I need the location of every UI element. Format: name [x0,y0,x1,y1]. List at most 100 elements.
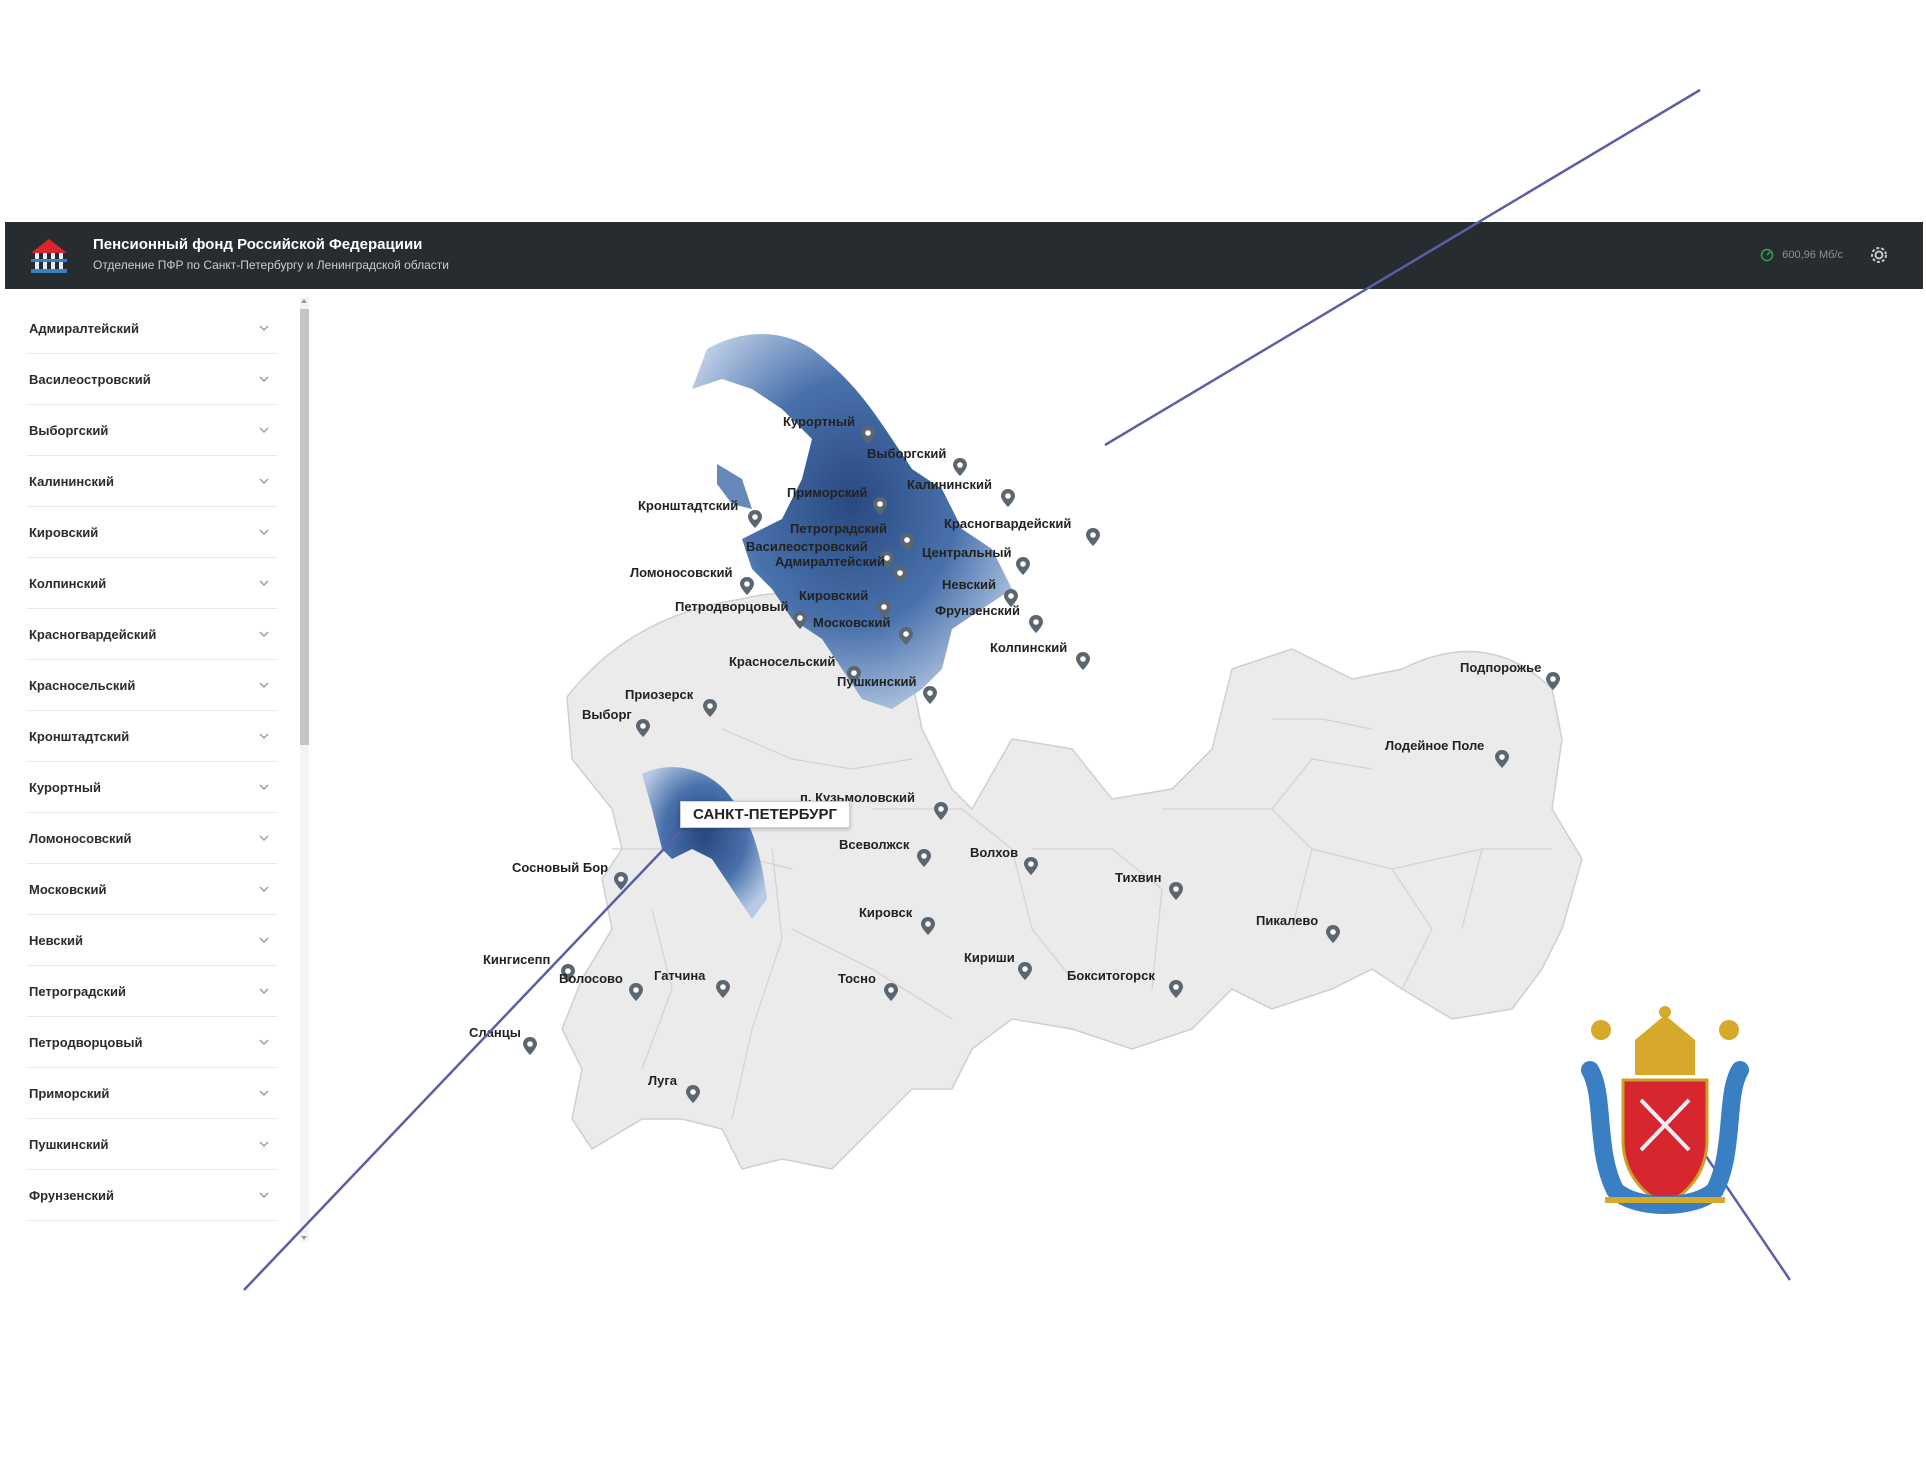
spb_districts-label[interactable]: Адмиралтейский [775,554,885,569]
oblast_places-label[interactable]: Всеволжск [839,837,909,852]
map-pin-icon[interactable] [740,577,754,595]
map-pin-icon[interactable] [629,983,643,1001]
oblast_places-label[interactable]: Выборг [582,707,632,722]
oblast_places-label[interactable]: Тихвин [1115,870,1162,885]
sidebar-item[interactable]: Колпинский [27,558,277,609]
sidebar-item[interactable]: Приморский [27,1068,277,1119]
map-pin-icon[interactable] [921,917,935,935]
spb_districts-label[interactable]: Петроградский [790,521,887,536]
oblast_places-label[interactable]: Сланцы [469,1025,521,1040]
map-pin-icon[interactable] [1076,652,1090,670]
oblast_places-label[interactable]: Кировск [859,905,912,920]
scroll-thumb[interactable] [300,309,309,745]
map-pin-icon[interactable] [900,533,914,551]
sidebar-item[interactable]: Красносельский [27,660,277,711]
spb_districts-label[interactable]: Кронштадтский [638,498,738,513]
oblast_places-label[interactable]: Подпорожье [1460,660,1541,675]
oblast_places-label[interactable]: Тосно [838,971,876,986]
chevron-down-icon [259,1141,269,1147]
sidebar-item[interactable]: Василеостровский [27,354,277,405]
oblast_places-label[interactable]: Пикалево [1256,913,1318,928]
sidebar-item[interactable]: Калининский [27,456,277,507]
sidebar-item-label: Фрунзенский [29,1187,115,1203]
map-pin-icon[interactable] [1016,557,1030,575]
sidebar-item[interactable]: Петроградский [27,966,277,1017]
chevron-down-icon [259,376,269,382]
spb_districts-label[interactable]: Колпинский [990,640,1067,655]
oblast_places-label[interactable]: Луга [648,1073,677,1088]
spb_districts-label[interactable]: Кировский [799,588,868,603]
sidebar-item[interactable]: Кировский [27,507,277,558]
sidebar-item[interactable]: Московский [27,864,277,915]
sidebar-item[interactable]: Кронштадтский [27,711,277,762]
oblast_places-label[interactable]: Волосово [559,971,623,986]
sidebar-item[interactable]: Невский [27,915,277,966]
spb_districts-label[interactable]: Невский [942,577,996,592]
oblast_places-label[interactable]: Гатчина [654,968,705,983]
oblast_places-label[interactable]: Бокситогорск [1067,968,1155,983]
spb_districts-label[interactable]: Красносельский [729,654,835,669]
sidebar-item[interactable]: Адмиралтейский [27,303,277,354]
map-pin-icon[interactable] [716,980,730,998]
sidebar-item[interactable]: Курортный [27,762,277,813]
sidebar-item-label: Кронштадтский [29,728,130,744]
map-pin-icon[interactable] [1326,925,1340,943]
map-pin-icon[interactable] [1029,615,1043,633]
spb_districts-label[interactable]: Выборгский [867,446,946,461]
map-pin-icon[interactable] [934,802,948,820]
spb_districts-label[interactable]: Пушкинский [837,674,916,689]
speedometer-icon [1761,248,1774,262]
map-pin-icon[interactable] [1495,750,1509,768]
spb_districts-label[interactable]: Московский [813,615,891,630]
chevron-down-icon [259,682,269,688]
map-pin-icon[interactable] [1086,528,1100,546]
map-pin-icon[interactable] [1169,882,1183,900]
sidebar-item[interactable]: Красногвардейский [27,609,277,660]
oblast_places-label[interactable]: Кингисепп [483,952,550,967]
sidebar-item[interactable]: Выборгский [27,405,277,456]
sidebar-item[interactable]: Ломоносовский [27,813,277,864]
map-pin-icon[interactable] [1546,672,1560,690]
map-pin-icon[interactable] [686,1085,700,1103]
map-pin-icon[interactable] [1169,980,1183,998]
spb_districts-label[interactable]: Центральный [922,545,1011,560]
spb_districts-label[interactable]: Приморский [787,485,867,500]
oblast_places-label[interactable]: Лодейное Поле [1385,738,1484,753]
map-pin-icon[interactable] [523,1037,537,1055]
map-pin-icon[interactable] [1024,857,1038,875]
spb_districts-label[interactable]: Петродворцовый [675,599,788,614]
spb_districts-label[interactable]: Красногвардейский [944,516,1071,531]
spb_districts-label[interactable]: Василеостровский [746,539,868,554]
spb_districts-label[interactable]: Курортный [783,414,855,429]
oblast_places-label[interactable]: Волхов [970,845,1018,860]
spb_districts-label[interactable]: Ломоносовский [630,565,732,580]
map-pin-icon[interactable] [893,566,907,584]
sidebar-item[interactable]: Пушкинский [27,1119,277,1170]
sidebar-item[interactable]: Фрунзенский [27,1170,277,1221]
oblast_places-label[interactable]: Сосновый Бор [512,860,608,875]
spb_districts-label[interactable]: Фрунзенский [935,603,1020,618]
oblast_places-label[interactable]: Кириши [964,950,1015,965]
sidebar-item[interactable]: Петродворцовый [27,1017,277,1068]
scroll-up-arrow[interactable] [301,299,307,303]
map-pin-icon[interactable] [873,497,887,515]
map-pin-icon[interactable] [636,719,650,737]
sidebar-item-label: Колпинский [29,575,107,591]
map-pin-icon[interactable] [1001,489,1015,507]
map-pin-icon[interactable] [917,849,931,867]
map-pin-icon[interactable] [614,872,628,890]
map-pin-icon[interactable] [748,510,762,528]
map-pin-icon[interactable] [703,699,717,717]
map-pin-icon[interactable] [884,983,898,1001]
spb_districts-label[interactable]: Калининский [907,477,992,492]
sidebar-scrollbar[interactable] [300,297,309,1242]
map-pin-icon[interactable] [899,627,913,645]
gear-icon[interactable] [1867,243,1891,267]
map-pin-icon[interactable] [953,458,967,476]
map-pin-icon[interactable] [793,611,807,629]
scroll-down-arrow[interactable] [301,1236,307,1240]
map-pin-icon[interactable] [1018,962,1032,980]
oblast_places-label[interactable]: Приозерск [625,687,693,702]
map-pin-icon[interactable] [861,426,875,444]
map-pin-icon[interactable] [923,686,937,704]
